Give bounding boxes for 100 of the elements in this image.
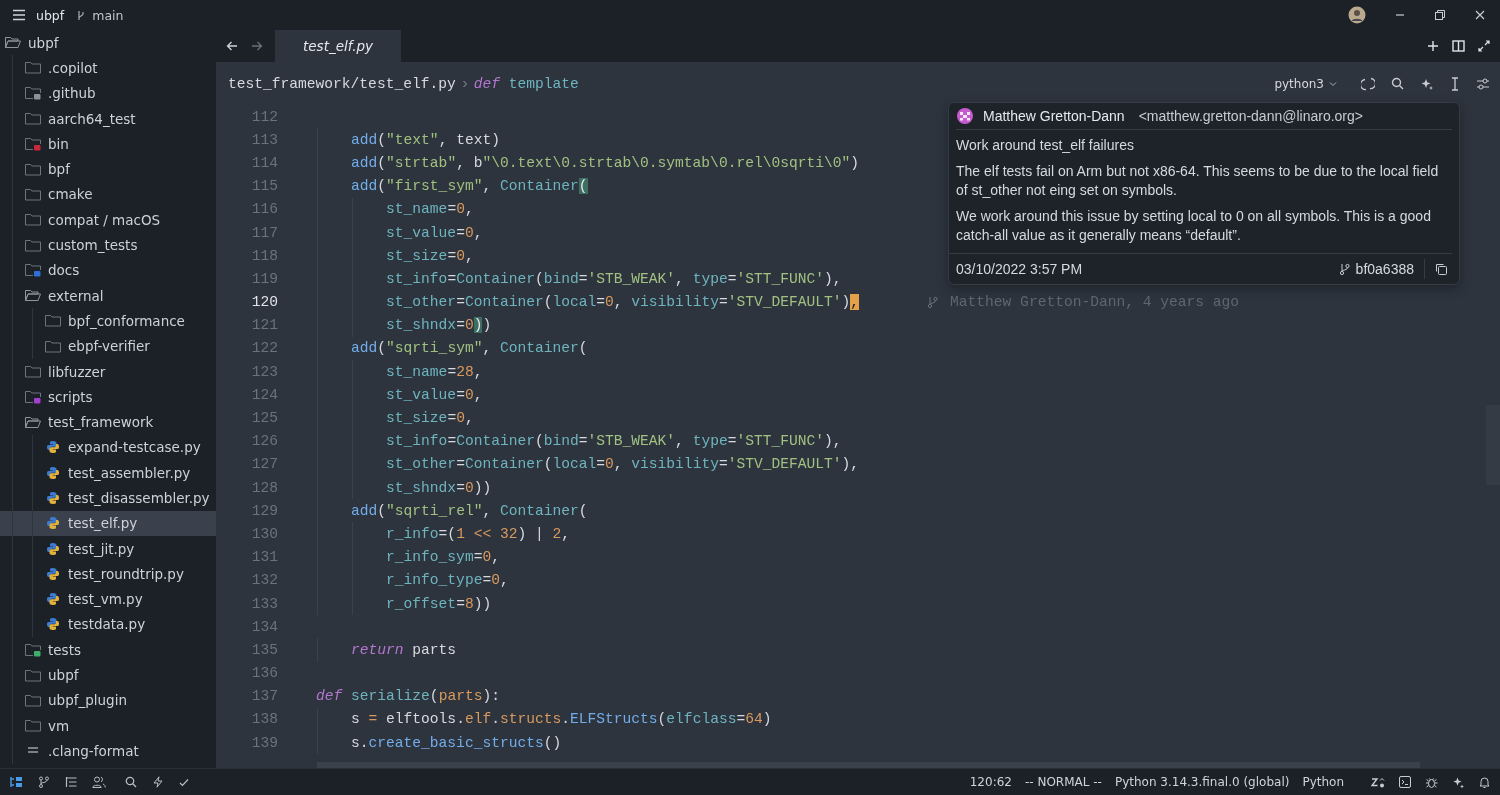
code-line: st_size=0,	[385, 247, 474, 264]
plus-icon[interactable]	[1427, 40, 1439, 52]
checkmark-icon[interactable]	[179, 777, 189, 787]
commit-subject: Work around test_elf failures	[956, 136, 1135, 155]
line-number: 134	[250, 618, 278, 635]
code-line: st_size=0,	[385, 410, 474, 427]
file-tree-item[interactable]: bpf	[0, 156, 216, 182]
search-icon[interactable]	[1391, 77, 1404, 90]
close-icon[interactable]	[1474, 9, 1486, 21]
code-line: def serialize(parts):	[316, 688, 500, 705]
line-number: 121	[250, 317, 278, 334]
file-tree-item[interactable]: bpf_conformance	[0, 308, 216, 334]
file-tree-item[interactable]: ubpf_plugin	[0, 687, 216, 713]
file-tree-item[interactable]: test_framework	[0, 409, 216, 435]
avatar-icon[interactable]	[1348, 6, 1366, 24]
code-line: st_value=0,	[385, 224, 483, 241]
sparkle-icon[interactable]	[1452, 775, 1465, 789]
line-number: 112	[250, 108, 278, 125]
text-cursor-icon[interactable]	[1450, 76, 1460, 91]
editor-tab[interactable]: test_elf.py	[275, 30, 402, 62]
code-line: r_info_type=0,	[385, 572, 509, 589]
line-number: 118	[250, 247, 278, 264]
line-number: 129	[250, 502, 278, 519]
code-line: r_info_sym=0,	[385, 549, 500, 566]
project-name[interactable]: ubpf	[36, 7, 65, 23]
python-icon	[45, 541, 61, 556]
code-line: st_info=Container(bind='STB_WEAK', type='STT_FUNC'),	[385, 433, 842, 450]
caret-icon	[1329, 80, 1337, 87]
file-tree-item[interactable]: tests	[0, 637, 216, 663]
python-interpreter[interactable]: Python 3.14.3.final.0 (global)	[1114, 775, 1290, 789]
commit-message: The elf tests fail on Arm but not x86-64. This seems to be due to the local field of st_other not eing set on symbols.	[956, 162, 1440, 200]
author-name: Matthew Gretton-Dann	[983, 108, 1125, 124]
kernel-dropdown[interactable]: python3	[1274, 76, 1337, 91]
line-number: 137	[250, 688, 278, 705]
code-line: add("first_sym", Container(	[350, 178, 588, 195]
file-tree-item[interactable]: custom_tests	[0, 232, 216, 258]
refresh-icon[interactable]	[1361, 76, 1375, 91]
file-tree-item[interactable]: vm	[0, 713, 216, 739]
people-icon[interactable]	[92, 776, 106, 788]
file-tree-item[interactable]: expand-testcase.py	[0, 434, 216, 461]
file-tree-item[interactable]: .copilot	[0, 55, 216, 81]
branch-name[interactable]: main	[92, 7, 124, 23]
split-pane-icon[interactable]	[1452, 40, 1465, 52]
file-tree-item[interactable]: compat / macOS	[0, 207, 216, 233]
line-number: 119	[250, 270, 278, 287]
avatar-icon	[957, 108, 973, 124]
file-tree-item[interactable]: bin	[0, 131, 216, 157]
file-tree-item[interactable]: libfuzzer	[0, 358, 216, 385]
commit-sha-button[interactable]: bf0a6388	[1338, 261, 1414, 277]
restore-icon[interactable]	[1434, 9, 1446, 21]
file-tree-item[interactable]: test_roundtrip.py	[0, 561, 216, 587]
copy-icon[interactable]	[1435, 263, 1447, 275]
file-tree-item[interactable]: ebpf-verifier	[0, 333, 216, 359]
file-tree-item[interactable]: .clang-format	[0, 738, 216, 764]
search-icon[interactable]	[125, 776, 137, 788]
lightning-icon[interactable]	[152, 776, 164, 788]
code-line: return parts	[350, 641, 457, 658]
language-selector[interactable]: Python	[1302, 775, 1344, 789]
file-tree-item[interactable]: scripts	[0, 384, 216, 410]
line-number: 135	[250, 641, 278, 658]
vim-mode: -- NORMAL --	[1024, 775, 1102, 789]
python-icon	[45, 516, 61, 531]
line-number: 130	[250, 525, 278, 542]
file-tree-item[interactable]: ubpf	[0, 30, 216, 56]
breadcrumb-path[interactable]: test_framework/test_elf.py	[228, 75, 456, 92]
outline-icon[interactable]	[65, 776, 77, 788]
file-tree-item[interactable]: test_assembler.py	[0, 460, 216, 486]
file-tree-item[interactable]: test_jit.py	[0, 535, 216, 562]
sleep-icon[interactable]	[1371, 776, 1385, 788]
expand-icon[interactable]	[1478, 40, 1490, 52]
file-tree-item[interactable]: external	[0, 282, 216, 309]
file-tree-item[interactable]: ubpf	[0, 662, 216, 688]
file-tree-item[interactable]: .github	[0, 80, 216, 106]
file-tree-item[interactable]: aarch64_test	[0, 105, 216, 132]
file-tree-item[interactable]: test_elf.py	[0, 510, 216, 536]
project-panel-icon[interactable]	[10, 776, 23, 788]
bell-icon[interactable]	[1479, 775, 1490, 789]
line-number: 136	[250, 665, 278, 682]
sliders-icon[interactable]	[1476, 77, 1490, 90]
file-tree-item[interactable]: cmake	[0, 181, 216, 208]
cursor-position[interactable]: 120:62	[969, 775, 1012, 789]
python-icon	[45, 440, 61, 455]
code-line: s = elftools.elf.structs.ELFStructs(elfclass=64)	[350, 711, 772, 728]
breadcrumb-symbol[interactable]: def template	[473, 75, 579, 92]
file-tree-item[interactable]: testdata.py	[0, 611, 216, 638]
file-tree-item[interactable]: docs	[0, 257, 216, 283]
back-arrow-icon[interactable]	[226, 40, 238, 52]
python-icon	[45, 617, 61, 632]
line-number: 114	[250, 154, 278, 171]
line-number: 122	[250, 340, 278, 357]
horizontal-scrollbar[interactable]	[317, 762, 1420, 768]
line-number: 139	[250, 734, 278, 751]
file-tree-item[interactable]: test_vm.py	[0, 586, 216, 612]
file-tree-item[interactable]: test_disassembler.py	[0, 485, 216, 511]
line-number: 125	[250, 410, 278, 427]
terminal-icon[interactable]	[1399, 776, 1411, 788]
bug-icon[interactable]	[1425, 775, 1438, 789]
menu-icon[interactable]	[12, 9, 26, 21]
git-branch-icon[interactable]	[38, 776, 50, 788]
forward-arrow-icon[interactable]	[251, 40, 263, 52]
